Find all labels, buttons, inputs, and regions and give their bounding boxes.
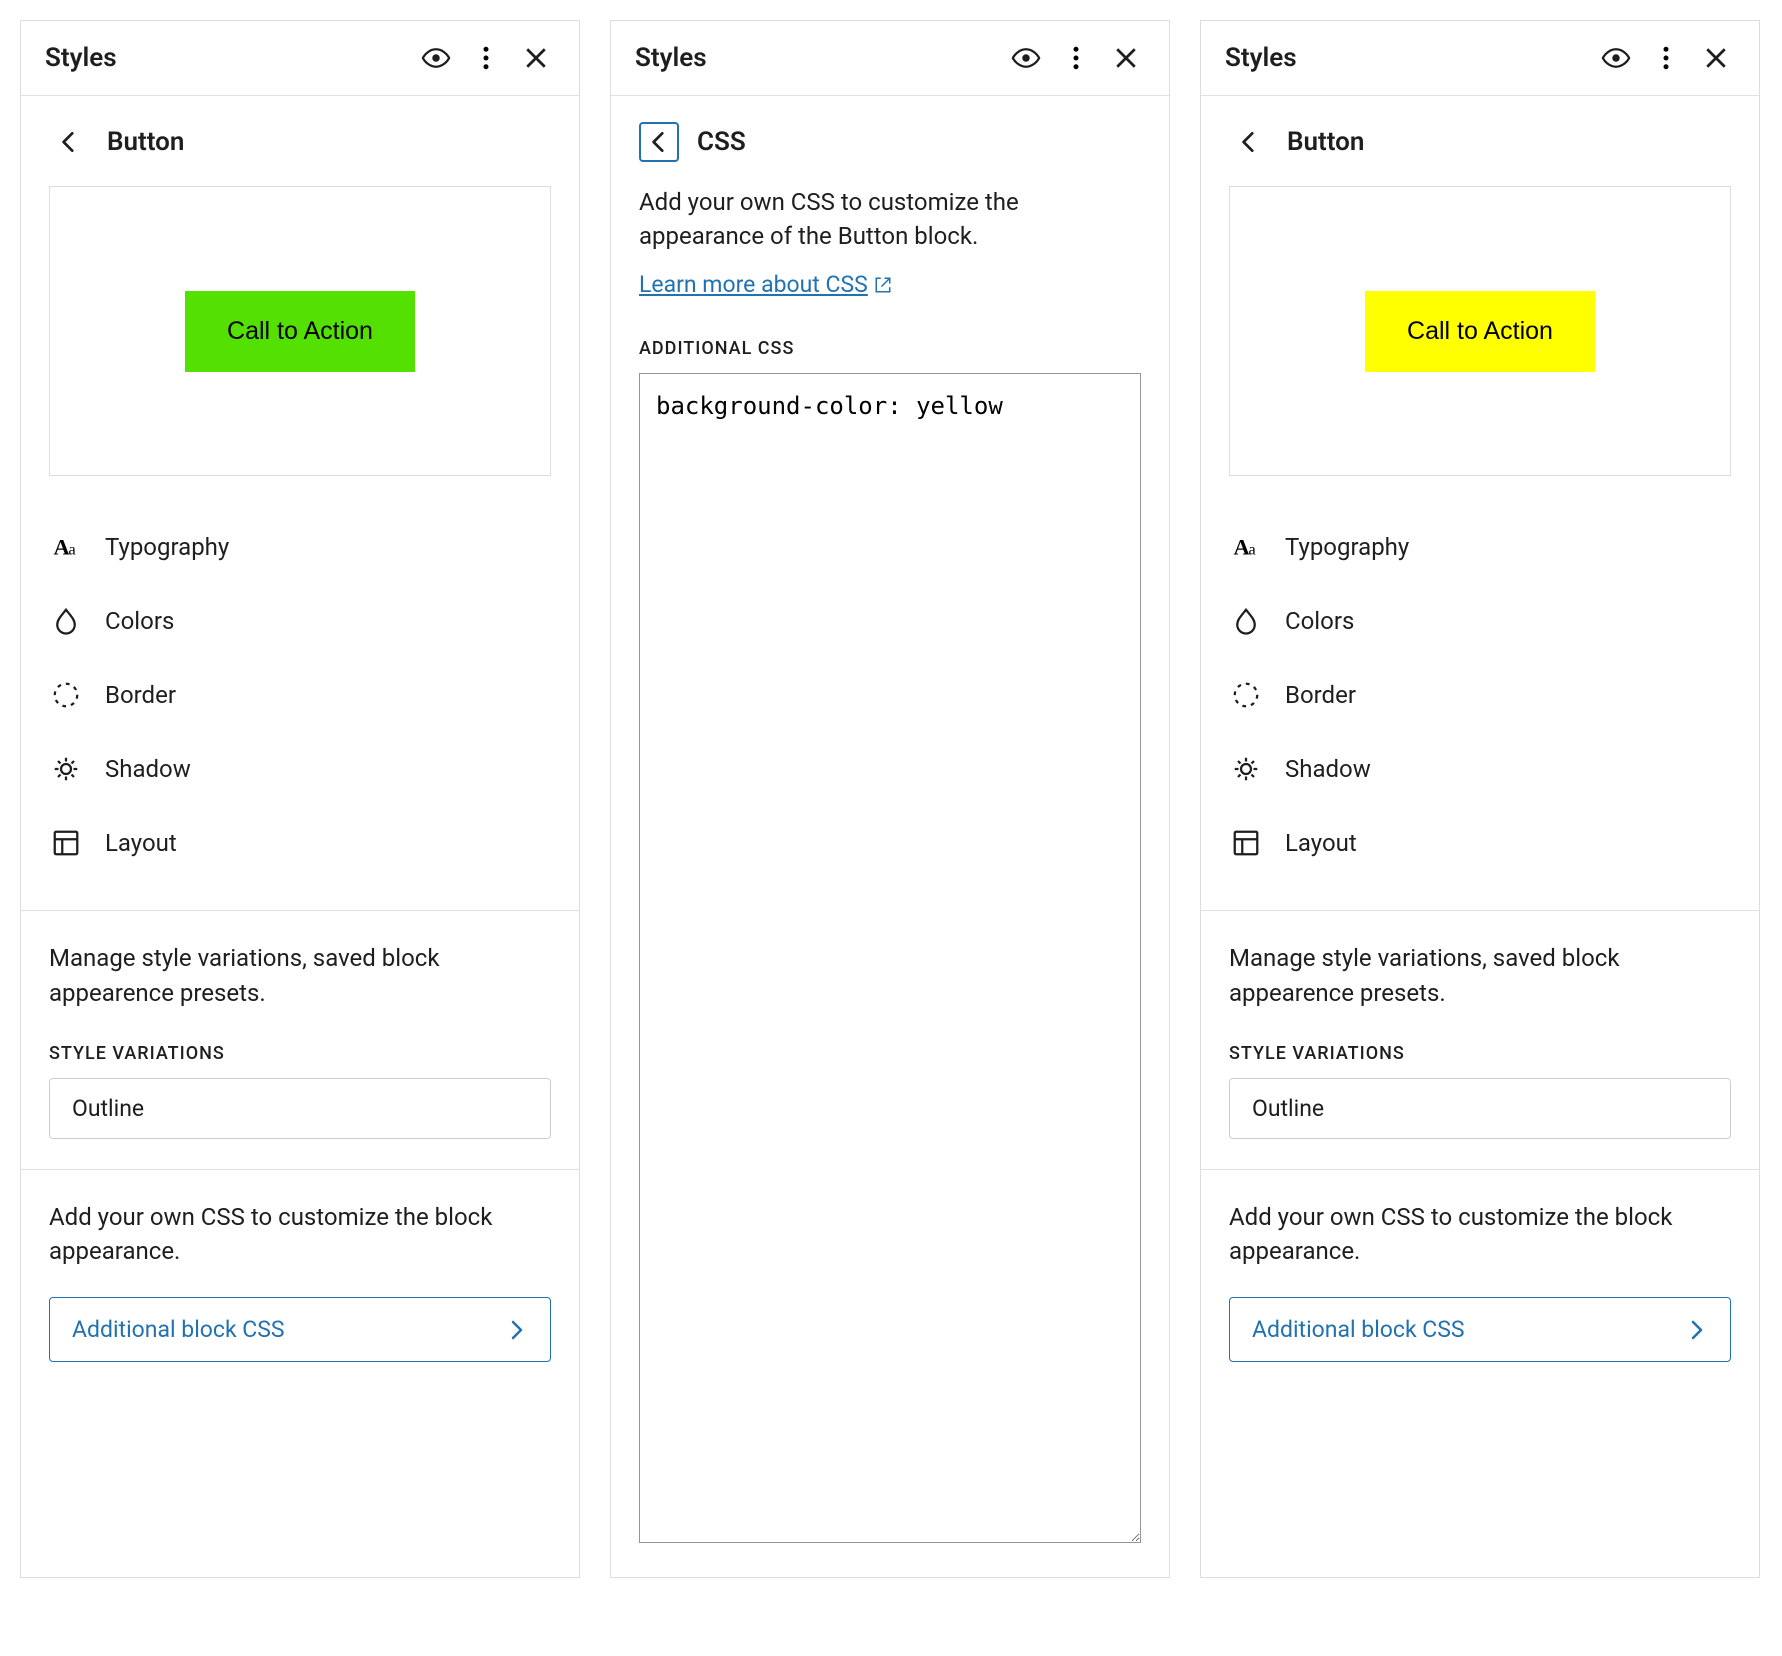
menu-label: Typography [1285, 533, 1409, 561]
block-preview: Call to Action [49, 186, 551, 476]
preview-icon[interactable] [1597, 39, 1635, 77]
close-icon[interactable] [517, 39, 555, 77]
css-desc: Add your own CSS to customize the block … [49, 1200, 551, 1270]
css-desc: Add your own CSS to customize the block … [1229, 1200, 1731, 1270]
more-menu-icon[interactable] [1057, 39, 1095, 77]
cta-button-preview: Call to Action [1365, 291, 1595, 372]
menu-item-layout[interactable]: Layout [1229, 806, 1731, 880]
colors-icon [1229, 604, 1263, 638]
back-button[interactable] [639, 122, 679, 162]
breadcrumb: Button [1201, 96, 1759, 172]
breadcrumb: Button [21, 96, 579, 172]
style-menu: Typography Colors Border Shadow Layout [21, 500, 579, 910]
menu-label: Colors [105, 607, 174, 635]
menu-item-shadow[interactable]: Shadow [49, 732, 551, 806]
external-link-icon [874, 276, 892, 294]
css-button-label: Additional block CSS [72, 1316, 285, 1343]
back-button[interactable] [49, 122, 89, 162]
menu-label: Layout [1285, 829, 1357, 857]
screen-title: Button [107, 127, 184, 157]
panel-header: Styles [611, 21, 1169, 96]
custom-css-section: Add your own CSS to customize the block … [1201, 1170, 1759, 1393]
block-preview: Call to Action [1229, 186, 1731, 476]
panel-title: Styles [635, 43, 995, 73]
panel-title: Styles [45, 43, 405, 73]
variations-desc: Manage style variations, saved block app… [49, 941, 551, 1011]
menu-item-typography[interactable]: Typography [1229, 510, 1731, 584]
shadow-icon [1229, 752, 1263, 786]
menu-label: Border [1285, 681, 1356, 709]
menu-label: Shadow [1285, 755, 1371, 783]
chevron-right-icon [504, 1318, 528, 1342]
variations-desc: Manage style variations, saved block app… [1229, 941, 1731, 1011]
panel-header: Styles [1201, 21, 1759, 96]
menu-item-typography[interactable]: Typography [49, 510, 551, 584]
border-icon [1229, 678, 1263, 712]
learn-more-label: Learn more about CSS [639, 271, 868, 298]
menu-item-border[interactable]: Border [1229, 658, 1731, 732]
panel-title: Styles [1225, 43, 1585, 73]
border-icon [49, 678, 83, 712]
css-screen-desc: Add your own CSS to customize the appear… [639, 186, 1141, 253]
layout-icon [49, 826, 83, 860]
colors-icon [49, 604, 83, 638]
additional-block-css-button[interactable]: Additional block CSS [1229, 1297, 1731, 1362]
close-icon[interactable] [1697, 39, 1735, 77]
close-icon[interactable] [1107, 39, 1145, 77]
variation-outline[interactable]: Outline [1229, 1078, 1731, 1139]
shadow-icon [49, 752, 83, 786]
variation-outline[interactable]: Outline [49, 1078, 551, 1139]
more-menu-icon[interactable] [1647, 39, 1685, 77]
screen-title: Button [1287, 127, 1364, 157]
additional-css-textarea[interactable] [639, 373, 1141, 1543]
menu-label: Border [105, 681, 176, 709]
cta-button-preview: Call to Action [185, 291, 415, 372]
preview-icon[interactable] [417, 39, 455, 77]
menu-label: Shadow [105, 755, 191, 783]
more-menu-icon[interactable] [467, 39, 505, 77]
preview-icon[interactable] [1007, 39, 1045, 77]
styles-panel-center: Styles CSS Add your own CSS to customize… [610, 20, 1170, 1578]
style-variations-section: Manage style variations, saved block app… [1201, 911, 1759, 1169]
breadcrumb: CSS [611, 96, 1169, 172]
style-variations-section: Manage style variations, saved block app… [21, 911, 579, 1169]
styles-panel-right: Styles Button Call to Action Typography … [1200, 20, 1760, 1578]
style-menu: Typography Colors Border Shadow Layout [1201, 500, 1759, 910]
menu-label: Typography [105, 533, 229, 561]
custom-css-section: Add your own CSS to customize the block … [21, 1170, 579, 1393]
menu-item-colors[interactable]: Colors [49, 584, 551, 658]
additional-css-label: ADDITIONAL CSS [639, 338, 1141, 359]
chevron-right-icon [1684, 1318, 1708, 1342]
variations-label: STYLE VARIATIONS [49, 1043, 551, 1064]
menu-label: Colors [1285, 607, 1354, 635]
menu-item-layout[interactable]: Layout [49, 806, 551, 880]
layout-icon [1229, 826, 1263, 860]
styles-panel-left: Styles Button Call to Action Typography … [20, 20, 580, 1578]
typography-icon [1229, 530, 1263, 564]
menu-item-colors[interactable]: Colors [1229, 584, 1731, 658]
screen-title: CSS [697, 127, 746, 157]
menu-item-border[interactable]: Border [49, 658, 551, 732]
menu-label: Layout [105, 829, 177, 857]
typography-icon [49, 530, 83, 564]
back-button[interactable] [1229, 122, 1269, 162]
learn-more-link[interactable]: Learn more about CSS [639, 271, 892, 298]
menu-item-shadow[interactable]: Shadow [1229, 732, 1731, 806]
panel-header: Styles [21, 21, 579, 96]
additional-block-css-button[interactable]: Additional block CSS [49, 1297, 551, 1362]
css-button-label: Additional block CSS [1252, 1316, 1465, 1343]
variations-label: STYLE VARIATIONS [1229, 1043, 1731, 1064]
